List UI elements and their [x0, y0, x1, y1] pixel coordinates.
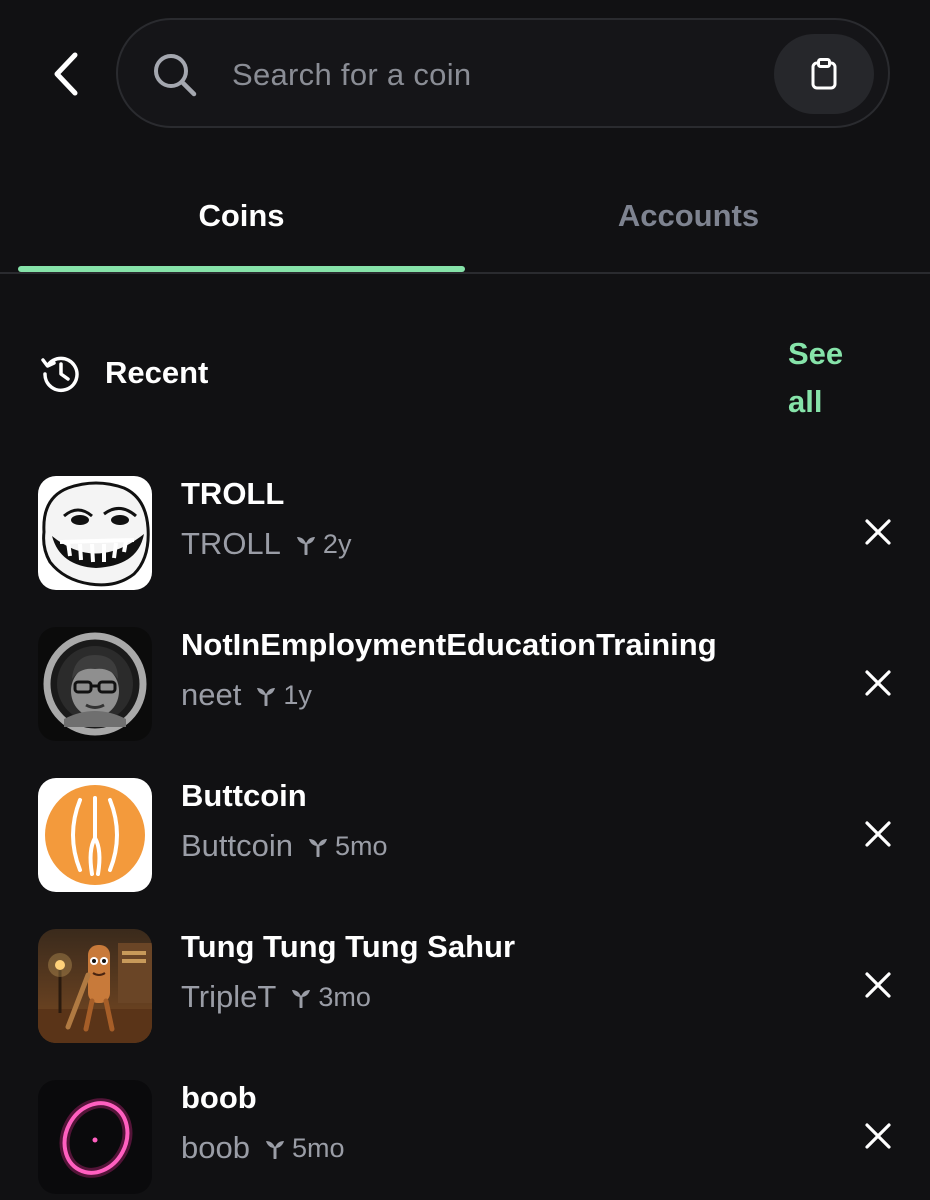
close-icon — [865, 670, 891, 696]
remove-recent-button[interactable] — [856, 963, 900, 1007]
neet-portrait-avatar — [38, 627, 152, 741]
close-icon — [865, 1123, 891, 1149]
close-icon — [865, 519, 891, 545]
close-icon — [865, 821, 891, 847]
coin-age: 3mo — [318, 982, 371, 1012]
coin-age: 1y — [283, 680, 312, 710]
coin-meta: Buttcoin 5mo — [181, 826, 388, 866]
coin-row-boob[interactable]: boob boob 5mo — [0, 1076, 930, 1200]
sprout-icon — [309, 839, 328, 857]
coin-row-triplet[interactable]: Tung Tung Tung Sahur TripleT 3mo — [0, 925, 930, 1076]
recent-title: Recent — [105, 355, 209, 390]
sprout-icon — [292, 990, 311, 1008]
coin-ticker: neet — [181, 677, 242, 712]
neon-circle-avatar — [38, 1080, 152, 1194]
coin-row-neet[interactable]: NotInEmploymentEducationTraining neet 1y — [0, 623, 930, 774]
tab-accounts[interactable]: Accounts — [465, 160, 912, 272]
sprout-icon — [257, 688, 276, 706]
chevron-left-icon — [54, 52, 78, 96]
sprout-icon — [265, 1141, 284, 1159]
active-tab-indicator — [18, 266, 465, 272]
tab-bar: Coins Accounts — [0, 160, 930, 274]
search-bar — [116, 18, 890, 128]
coin-ticker: TripleT — [181, 979, 277, 1014]
coin-age: 5mo — [291, 1133, 345, 1163]
coin-meta: TripleT 3mo — [181, 977, 371, 1017]
coin-name: TROLL — [181, 476, 285, 511]
clipboard-icon — [811, 58, 837, 90]
search-icon — [154, 54, 197, 97]
paste-button[interactable] — [774, 34, 874, 114]
back-button[interactable] — [36, 46, 96, 102]
coin-ticker: TROLL — [181, 526, 281, 561]
remove-recent-button[interactable] — [856, 510, 900, 554]
coin-meta: neet 1y — [181, 675, 312, 715]
sprout-icon — [296, 537, 315, 555]
coin-ticker: boob — [181, 1130, 250, 1165]
coin-meta: boob 5mo — [181, 1128, 345, 1168]
history-icon — [41, 356, 79, 393]
remove-recent-button[interactable] — [856, 661, 900, 705]
coin-name: boob — [181, 1080, 257, 1115]
coin-age: 5mo — [335, 831, 388, 861]
buttcoin-logo-avatar — [38, 778, 152, 892]
coin-row-troll[interactable]: TROLL TROLL 2y — [0, 472, 930, 623]
see-all-link[interactable]: See all — [788, 330, 868, 426]
remove-recent-button[interactable] — [856, 812, 900, 856]
coin-search-screen: Coins Accounts Recent See all — [0, 0, 930, 1200]
close-icon — [865, 972, 891, 998]
coin-name: Buttcoin — [181, 778, 307, 813]
coin-meta: TROLL 2y — [181, 524, 351, 564]
tab-coins[interactable]: Coins — [18, 160, 465, 272]
search-input[interactable] — [230, 46, 754, 104]
tabs-divider — [0, 272, 930, 274]
coin-name: Tung Tung Tung Sahur — [181, 929, 516, 964]
recent-section-header: Recent See all — [40, 330, 900, 420]
remove-recent-button[interactable] — [856, 1114, 900, 1158]
coin-row-buttcoin[interactable]: Buttcoin Buttcoin 5mo — [0, 774, 930, 925]
coin-age: 2y — [322, 529, 352, 559]
tung-tung-character-avatar — [38, 929, 152, 1043]
troll-face-avatar — [38, 476, 152, 590]
coin-ticker: Buttcoin — [181, 828, 294, 863]
coin-name: NotInEmploymentEducationTraining — [181, 627, 717, 662]
recent-coin-list: TROLL TROLL 2y NotInEmploymentEducationT… — [0, 472, 930, 1200]
